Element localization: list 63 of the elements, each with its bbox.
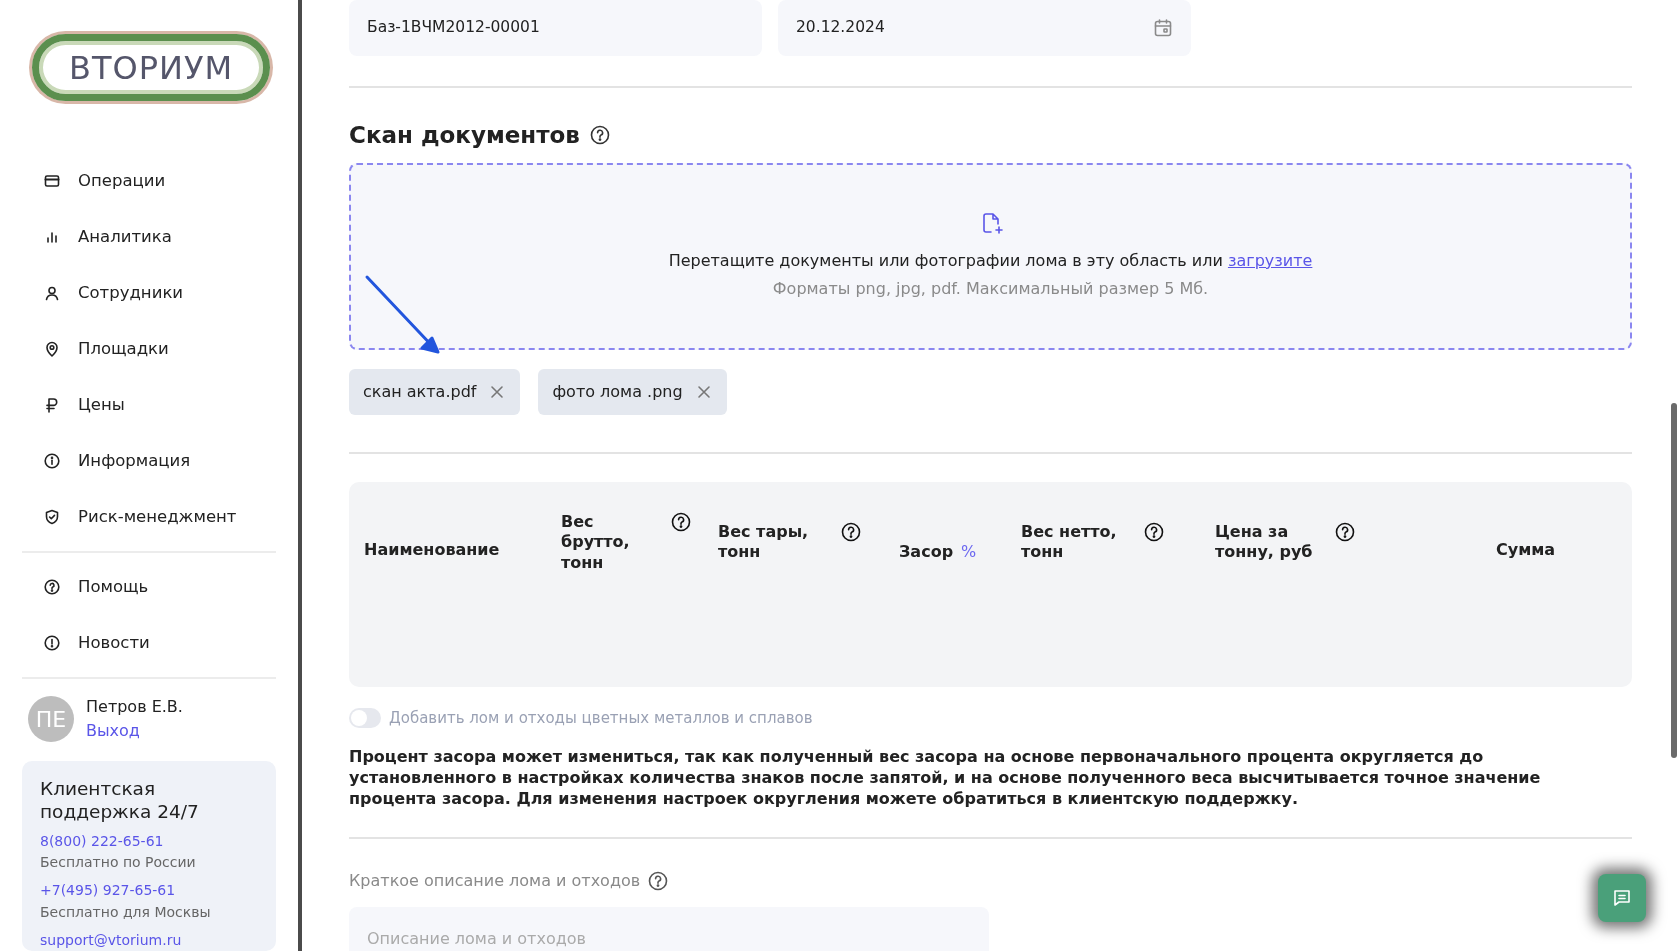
sidebar-item[interactable]: Площадки [22, 321, 276, 378]
help-icon [841, 521, 861, 542]
date-field[interactable]: 20.12.2024 [778, 0, 1191, 56]
sidebar-item[interactable]: Информация [22, 433, 276, 490]
column-header: Вес брутто, тонн [561, 511, 631, 574]
sidebar-item[interactable]: Риск-менеджмент [22, 489, 276, 546]
column-header: Вес нетто, тонн [1021, 521, 1118, 564]
column-header: Засор [899, 541, 954, 563]
calendar-icon [1153, 18, 1173, 38]
help-icon [44, 579, 60, 596]
user-name: Петров Е.В. [86, 696, 183, 719]
column-header: Сумма [1496, 539, 1556, 561]
contact-note: Бесплатно по России [40, 853, 197, 872]
support-title: Клиентская поддержка 24/7 [40, 777, 200, 824]
file-name: фото лома .png [552, 380, 683, 403]
close-icon [490, 384, 505, 399]
contact-link[interactable]: support@vtorium.ru [40, 929, 182, 951]
shield-icon [44, 509, 60, 526]
input-field[interactable]: Описание лома и отходов [349, 907, 989, 951]
file-name: скан акта.pdf [363, 380, 477, 403]
dropzone[interactable]: Перетащите документы или фотографии лома в эту область или загрузите Форматы png, jpg, pdf. Максимальный размер 5 Мб. [349, 162, 1632, 350]
user-icon [44, 285, 60, 302]
contact-note: Бесплатно для Москвы [40, 902, 212, 922]
drop-instructions: Перетащите документы или фотографии лома в эту область или загрузите [668, 250, 1313, 272]
sidebar-item[interactable]: Цены [22, 377, 276, 434]
field-label: Краткое описание лома и отходов [349, 870, 641, 893]
sidebar-item[interactable]: Помощь [22, 559, 276, 616]
chart-icon [44, 229, 60, 246]
help-icon [671, 511, 691, 532]
contact-link[interactable]: 8(800) 222-65-61 [40, 830, 164, 852]
help-icon [1144, 521, 1164, 542]
formats-hint: Форматы png, jpg, pdf. Максимальный размер 5 Мб. [772, 278, 1209, 300]
help-icon [648, 871, 669, 892]
section-title: Скан документов [349, 121, 580, 150]
sidebar-item[interactable]: Новости [22, 615, 276, 672]
ruble-icon [44, 397, 60, 414]
logo-text: ВТОРИУМ [69, 47, 233, 89]
scrollbar-thumb[interactable] [1671, 403, 1677, 758]
help-icon [589, 125, 610, 146]
sidebar-item[interactable]: Операции [22, 153, 276, 210]
notice-text: Процент засора может измениться, так как полученный вес засора на основе первоначального процента округляется до установленного в настройках количества знаков после запятой, и на основе полученного веса высчитывается точное значение процента засора. Для изменения настроек округления можете обратиться в клиентскую поддержку. [349, 747, 1542, 810]
info-icon [44, 453, 60, 470]
avatar: ПЕ [28, 696, 74, 743]
chat-button[interactable] [1598, 874, 1646, 922]
logout-link[interactable]: Выход [86, 721, 140, 741]
unit-label: % [961, 541, 977, 563]
location-pin-icon [44, 341, 60, 358]
chat-icon [1611, 887, 1633, 909]
remove-button[interactable] [490, 384, 505, 399]
sidebar-item[interactable]: Аналитика [22, 209, 276, 266]
sidebar-item[interactable]: Сотрудники [22, 265, 276, 322]
column-header: Наименование [364, 539, 500, 561]
alert-icon [44, 635, 60, 652]
remove-button[interactable] [696, 384, 711, 399]
toggle-label: Добавить лом и отходы цветных металлов и сплавов [389, 707, 813, 729]
close-icon [696, 384, 711, 399]
contact-link[interactable]: +7(495) 927-65-61 [40, 880, 176, 901]
help-icon [1335, 521, 1355, 542]
input-field[interactable]: Баз-1ВЧМ2012-00001 [349, 0, 762, 56]
column-header: Вес тары, тонн [718, 521, 810, 564]
column-header: Цена за тонну, руб [1215, 521, 1314, 564]
upload-link[interactable]: загрузите [1227, 251, 1313, 270]
card-icon [44, 173, 60, 190]
